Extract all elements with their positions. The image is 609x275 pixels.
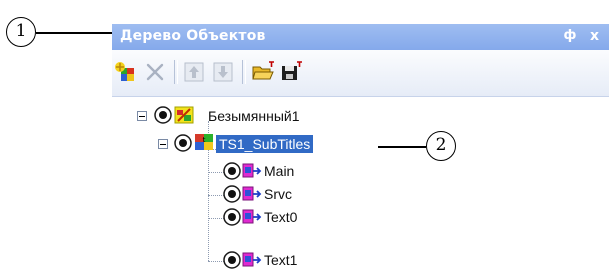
visibility-eye-icon[interactable] — [154, 106, 172, 124]
visibility-eye-icon[interactable] — [223, 185, 241, 203]
visibility-eye-icon[interactable] — [174, 134, 192, 152]
add-object-button[interactable] — [112, 59, 138, 85]
collapse-toggle[interactable] — [158, 139, 168, 149]
toolbar — [112, 50, 609, 97]
text-object-icon — [242, 186, 262, 201]
tree-node-root[interactable]: Безымянный1 — [112, 105, 412, 127]
move-down-button[interactable] — [210, 59, 236, 85]
object-tree-panel: Дерево Объектов ф x Безымянный1 t TS1_Su… — [112, 24, 609, 275]
callout-1-leader — [36, 32, 114, 34]
move-down-icon — [213, 62, 233, 82]
callout-2-leader — [378, 146, 426, 148]
visibility-eye-icon[interactable] — [223, 251, 241, 269]
save-icon — [282, 61, 302, 80]
panel-title: Дерево Объектов — [120, 28, 266, 44]
tree-label-root: Безымянный1 — [208, 108, 300, 124]
text-object-icon — [242, 209, 262, 224]
move-up-icon — [184, 62, 204, 82]
visibility-eye-icon[interactable] — [223, 208, 241, 226]
toolbar-separator — [242, 60, 246, 84]
tree-node-child[interactable]: Main — [112, 160, 412, 182]
callout-2-number: 2 — [435, 135, 447, 155]
callout-1: 1 — [6, 17, 36, 47]
add-object-icon — [115, 62, 134, 81]
tree-node-child[interactable]: Text0 — [112, 206, 412, 228]
panel-titlebar: Дерево Объектов ф x — [112, 24, 609, 50]
delete-icon — [146, 63, 164, 81]
delete-button[interactable] — [142, 59, 168, 85]
callout-2: 2 — [426, 131, 456, 161]
object-tree: Безымянный1 t TS1_SubTitles Main Srvc Te… — [112, 97, 609, 275]
svg-text:t: t — [203, 136, 206, 144]
pin-icon[interactable]: ф — [562, 28, 578, 44]
save-button[interactable] — [278, 59, 304, 85]
open-folder-icon — [252, 61, 274, 80]
subtitles-group-icon: t — [195, 134, 213, 150]
callout-1-number: 1 — [15, 21, 27, 41]
tree-label-child: Main — [264, 163, 295, 179]
tree-label-group[interactable]: TS1_SubTitles — [216, 135, 314, 153]
toolbar-separator — [174, 60, 178, 84]
text-object-icon — [242, 163, 262, 178]
tree-node-child[interactable]: Srvc — [112, 183, 412, 205]
tree-node-child[interactable]: Text1 — [112, 249, 412, 271]
text-object-icon — [242, 252, 262, 267]
project-icon — [174, 106, 194, 124]
tree-label-child: Text0 — [264, 209, 298, 225]
visibility-eye-icon[interactable] — [223, 162, 241, 180]
close-icon[interactable]: x — [590, 27, 608, 45]
tree-label-child: Srvc — [264, 186, 292, 202]
open-button[interactable] — [250, 59, 276, 85]
collapse-toggle[interactable] — [137, 111, 147, 121]
tree-node-group[interactable]: t TS1_SubTitles — [112, 133, 412, 155]
move-up-button[interactable] — [181, 59, 207, 85]
tree-label-child: Text1 — [264, 252, 298, 268]
